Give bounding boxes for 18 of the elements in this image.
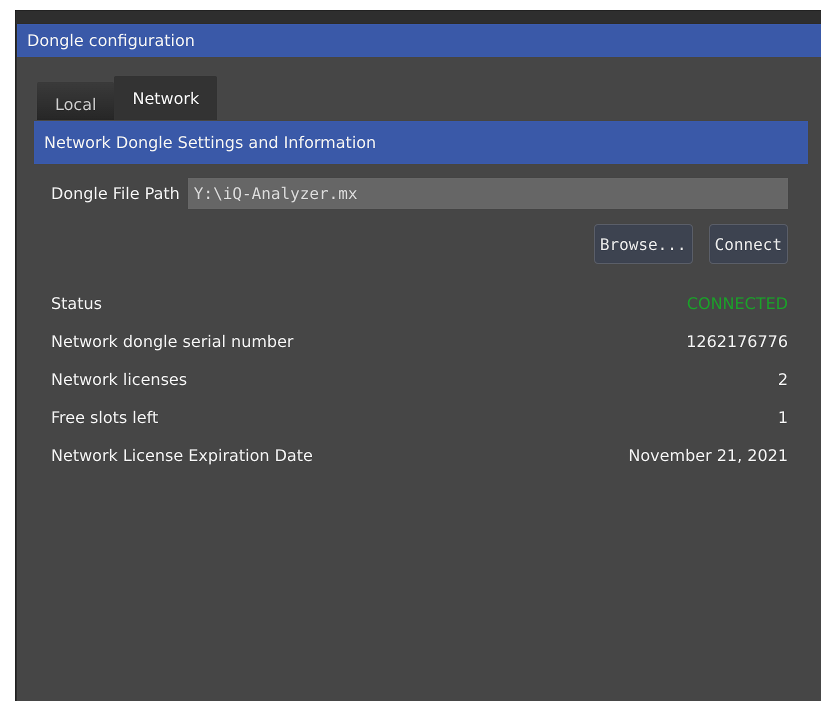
info-label: Free slots left bbox=[51, 408, 158, 426]
connect-button[interactable]: Connect bbox=[708, 224, 788, 264]
info-value: 1 bbox=[778, 408, 788, 426]
tab[interactable]: Network bbox=[114, 76, 218, 120]
info-label: Network dongle serial number bbox=[51, 332, 294, 350]
browse-button[interactable]: Browse... bbox=[594, 224, 693, 264]
info-label: Status bbox=[51, 294, 102, 312]
field-label: Dongle File Path bbox=[51, 184, 180, 203]
input-field[interactable]: Y:\iQ-Analyzer.mx bbox=[188, 178, 788, 209]
info-value: CONNECTED bbox=[686, 294, 788, 312]
section-header: Network Dongle Settings and Information bbox=[34, 121, 808, 164]
window-title: Dongle configuration bbox=[17, 24, 821, 57]
tab[interactable]: Local bbox=[37, 82, 114, 120]
info-label: Network licenses bbox=[51, 370, 188, 388]
info-value: November 21, 2021 bbox=[628, 446, 788, 464]
info-value: 1262176776 bbox=[686, 332, 788, 350]
info-value: 2 bbox=[778, 370, 788, 388]
info-label: Network License Expiration Date bbox=[51, 446, 313, 464]
